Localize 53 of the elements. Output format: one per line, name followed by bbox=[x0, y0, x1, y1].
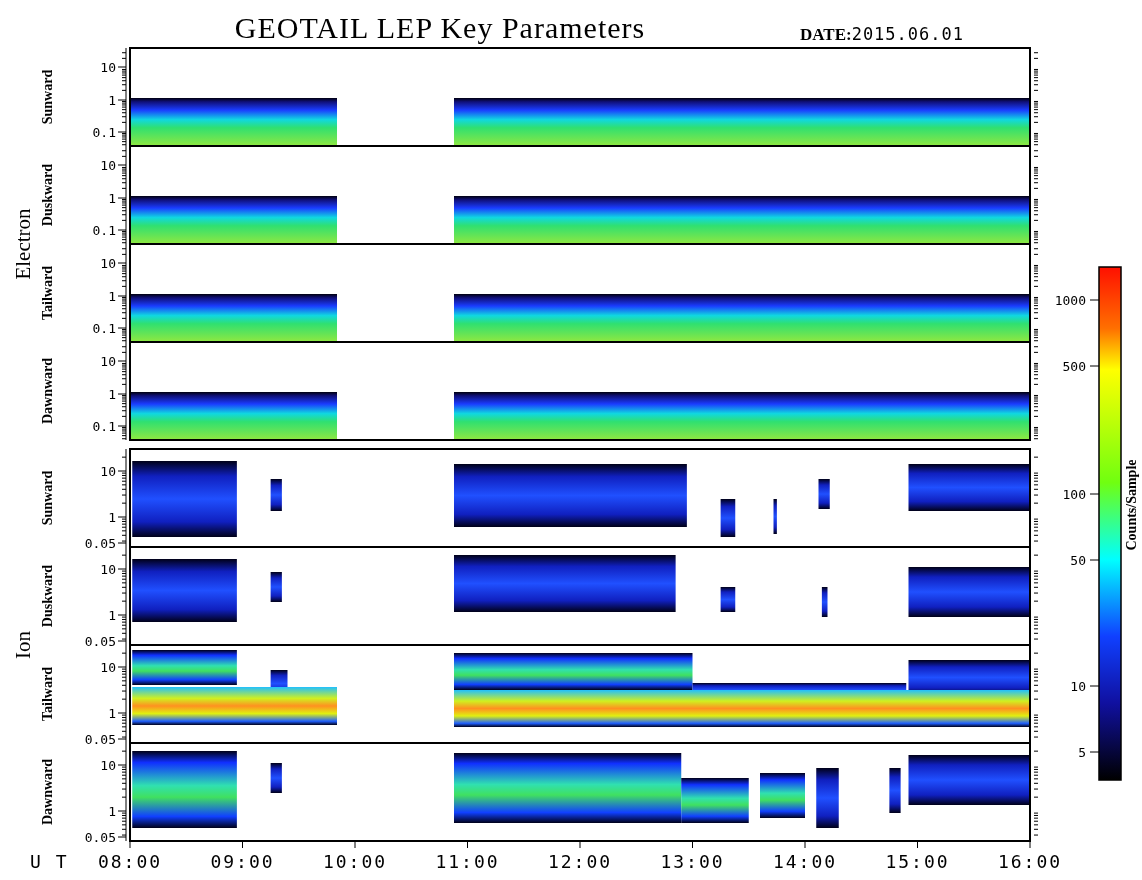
axis-tick-label: 10 bbox=[100, 660, 116, 675]
axis-tick-label: 09:00 bbox=[210, 851, 275, 872]
colorbar-tick-label: 500 bbox=[1062, 359, 1086, 374]
colorbar-tick-label: 1000 bbox=[1054, 293, 1086, 308]
axis-tick-label: 10 bbox=[100, 562, 116, 577]
axis-tick-label: 1 bbox=[108, 289, 116, 304]
axis-tick-label: 10 bbox=[100, 60, 116, 75]
axis-tick-label: 13:00 bbox=[660, 851, 725, 872]
panel-label: Tailward bbox=[40, 667, 55, 721]
figure-title: GEOTAIL LEP Key Parameters bbox=[234, 11, 646, 44]
axis-tick-label: 16:00 bbox=[997, 851, 1063, 872]
axis-tick-label: 12:00 bbox=[547, 851, 613, 872]
group-label: Ion bbox=[11, 631, 35, 659]
panel-label: Duskward bbox=[40, 163, 55, 227]
panel-label: Tailward bbox=[40, 266, 55, 320]
axis-tick-label: 1 bbox=[108, 706, 116, 721]
group-label: Electron bbox=[11, 208, 35, 280]
axis-tick-label: 0.1 bbox=[92, 125, 116, 140]
axis-tick-label: 1 bbox=[108, 510, 116, 525]
axis-tick-label: 1 bbox=[108, 804, 116, 819]
axis-tick-label: 10 bbox=[100, 354, 116, 369]
axis-tick-label: 10 bbox=[100, 464, 116, 479]
axis-tick-label: 0.1 bbox=[92, 321, 116, 336]
axis-tick-label: 0.05 bbox=[84, 732, 116, 747]
panel-label: Sunward bbox=[40, 470, 55, 526]
axis-tick-label: 10:00 bbox=[322, 851, 388, 872]
axis-tick-label: 1 bbox=[108, 191, 116, 206]
colorbar-tick-label: 100 bbox=[1062, 487, 1086, 502]
colorbar-tick-label: 10 bbox=[1070, 679, 1086, 694]
panel-label: Dawnward bbox=[40, 758, 55, 826]
colorbar-tick-label: 5 bbox=[1078, 745, 1086, 760]
panel-label: Dawnward bbox=[40, 357, 55, 425]
date-label: DATE:2015.06.01 bbox=[800, 24, 964, 44]
axis-tick-label: 11:00 bbox=[435, 851, 500, 872]
panel-label: Duskward bbox=[40, 564, 55, 628]
axis-tick-label: 15:00 bbox=[885, 851, 950, 872]
x-axis-label: U T bbox=[30, 851, 69, 872]
colorbar-label: Counts/Sample bbox=[1124, 459, 1139, 551]
panel-label: Sunward bbox=[40, 69, 55, 125]
axis-tick-label: 08:00 bbox=[97, 851, 163, 872]
axis-tick-label: 0.05 bbox=[84, 536, 116, 551]
axis-tick-label: 0.1 bbox=[92, 419, 116, 434]
axis-tick-label: 1 bbox=[108, 387, 116, 402]
colorbar-tick-label: 50 bbox=[1070, 553, 1086, 568]
axis-tick-label: 14:00 bbox=[772, 851, 838, 872]
axis-tick-label: 10 bbox=[100, 256, 116, 271]
axis-tick-label: 0.05 bbox=[84, 634, 116, 649]
axis-tick-label: 10 bbox=[100, 158, 116, 173]
axis-tick-label: 1 bbox=[108, 608, 116, 623]
axis-tick-label: 1 bbox=[108, 93, 116, 108]
axis-tick-label: 10 bbox=[100, 758, 116, 773]
axis-tick-label: 0.1 bbox=[92, 223, 116, 238]
axis-tick-label: 0.05 bbox=[84, 830, 116, 845]
